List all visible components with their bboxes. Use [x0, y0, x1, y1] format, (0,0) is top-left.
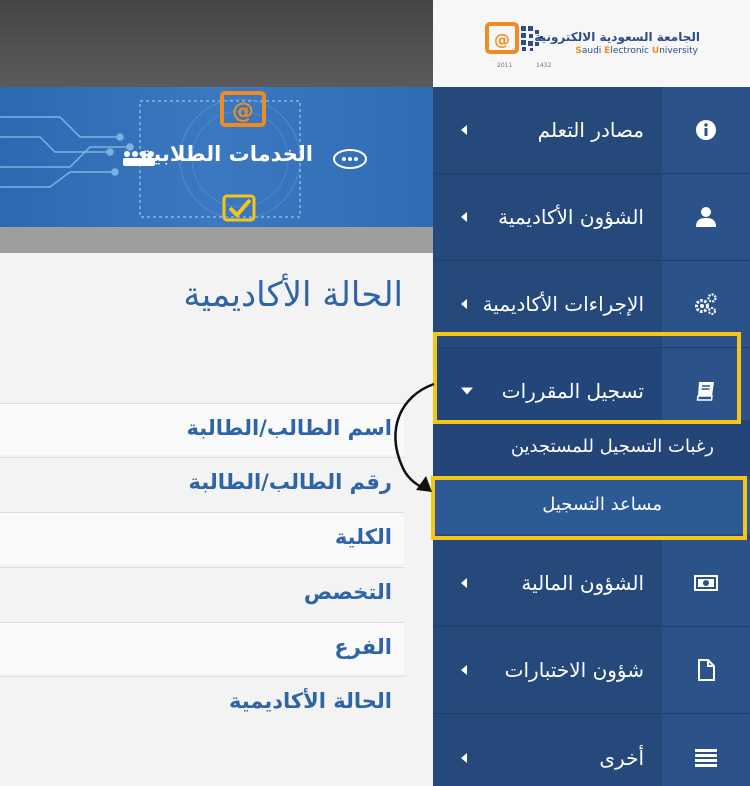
sidebar-item-label: أخرى: [599, 745, 644, 770]
caret-left-icon: [461, 212, 467, 222]
sidebar-item-financial-affairs[interactable]: الشؤون المالية: [433, 540, 750, 627]
banner-title: الخدمات الطلابية: [140, 142, 313, 166]
sidebar-menu: مصادر التعلم الشؤون الأكاديمية الإجراءات…: [433, 87, 750, 786]
svg-text:@: @: [232, 99, 254, 124]
field-label: الفرع: [334, 635, 392, 659]
page-title: الحالة الأكاديمية: [183, 275, 403, 315]
sidebar-item-label: شؤون الاختبارات: [504, 658, 644, 682]
sidebar-item-academic-affairs[interactable]: الشؤون الأكاديمية: [433, 174, 750, 261]
top-bar: [0, 0, 433, 87]
field-label: الكلية: [334, 525, 392, 549]
file-icon: [698, 659, 715, 681]
field-label: رقم الطالب/الطالبة: [188, 470, 392, 494]
sidebar-item-label: الشؤون الأكاديمية: [498, 205, 644, 229]
sidebar-item-label: الشؤون المالية: [521, 571, 644, 595]
gears-icon: [695, 293, 717, 315]
field-label: اسم الطالب/الطالبة: [186, 416, 392, 440]
info-row-student-name: اسم الطالب/الطالبة: [0, 403, 404, 455]
list-icon: [695, 748, 717, 767]
svg-text:@: @: [494, 30, 510, 49]
sidebar-item-label: مصادر التعلم: [537, 118, 644, 142]
highlight-registration-assistant: [431, 476, 747, 540]
sub-item-new-student-preferences[interactable]: رغبات التسجيل للمستجدين: [433, 420, 750, 476]
info-row-major: التخصص: [0, 567, 404, 619]
sidebar-item-exam-affairs[interactable]: شؤون الاختبارات: [433, 627, 750, 714]
sidebar-item-label: الإجراءات الأكاديمية: [482, 292, 644, 316]
caret-left-icon: [461, 752, 467, 763]
divider-bar: [0, 227, 433, 253]
info-row-student-id: رقم الطالب/الطالبة: [0, 457, 404, 509]
highlight-course-registration: [433, 332, 741, 424]
student-services-banner: @ الخدمات الطلابية: [0, 87, 433, 227]
info-row-academic-status: الحالة الأكاديمية: [0, 676, 404, 728]
caret-left-icon: [461, 665, 467, 675]
logo-year-right: 1432: [536, 62, 552, 69]
university-name-ar: الجامعة السعودية الالكترونية: [534, 30, 700, 44]
field-label: الحالة الأكاديمية: [228, 689, 392, 713]
money-icon: [694, 575, 718, 591]
caret-left-icon: [461, 578, 467, 588]
logo-year-left: 2011: [497, 62, 513, 69]
sidebar-item-learning-resources[interactable]: مصادر التعلم: [433, 87, 750, 174]
pointer-arrow-icon: [394, 382, 435, 492]
info-icon: [696, 120, 716, 140]
caret-left-icon: [461, 125, 467, 135]
info-row-college: الكلية: [0, 512, 404, 564]
sub-item-label: رغبات التسجيل للمستجدين: [510, 436, 714, 457]
info-row-branch: الفرع: [0, 622, 404, 674]
university-name-en: Saudi Electronic University: [575, 46, 698, 56]
main-content: الحالة الأكاديمية اسم الطالب/الطالبة رقم…: [0, 253, 433, 786]
university-logo[interactable]: @ 2011 1432 الجامعة السعودية الالكترونية…: [433, 0, 750, 87]
field-label: التخصص: [303, 580, 392, 604]
user-icon: [696, 207, 716, 227]
caret-left-icon: [461, 299, 467, 309]
sidebar-item-other[interactable]: أخرى: [433, 714, 750, 786]
